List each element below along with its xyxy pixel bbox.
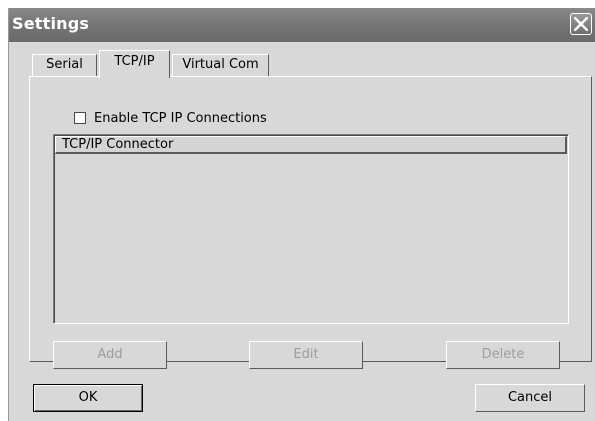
- cancel-button[interactable]: Cancel: [475, 384, 585, 412]
- ok-button[interactable]: OK: [33, 384, 143, 412]
- add-button[interactable]: Add: [53, 341, 167, 369]
- close-x-icon: [574, 17, 588, 31]
- connector-list-body[interactable]: TCP/IP Connector: [54, 135, 568, 323]
- enable-tcp-ip-label[interactable]: Enable TCP IP Connections: [94, 111, 267, 126]
- tab-virtual-com-label: Virtual Com: [182, 57, 259, 72]
- tab-tcpip[interactable]: TCP/IP: [99, 50, 170, 78]
- edit-button[interactable]: Edit: [249, 341, 363, 369]
- connector-list[interactable]: TCP/IP Connector: [53, 134, 569, 324]
- column-header-tcpip-connector[interactable]: TCP/IP Connector: [55, 136, 567, 154]
- dialog-title: Settings: [12, 14, 90, 33]
- tcpip-tab-panel: Enable TCP IP Connections TCP/IP Connect…: [29, 76, 592, 369]
- tab-tcpip-label: TCP/IP: [114, 54, 155, 69]
- tab-virtual-com[interactable]: Virtual Com: [172, 54, 269, 76]
- delete-button[interactable]: Delete: [446, 341, 560, 369]
- title-bar[interactable]: Settings: [9, 8, 595, 42]
- enable-tcp-ip-checkbox[interactable]: [74, 112, 86, 124]
- settings-dialog: Settings Serial TCP/IP Virtual Com Enabl…: [8, 8, 595, 421]
- tab-serial[interactable]: Serial: [32, 54, 97, 76]
- tab-serial-label: Serial: [46, 57, 83, 72]
- close-button[interactable]: [570, 13, 592, 35]
- tab-strip: Serial TCP/IP Virtual Com: [9, 42, 595, 78]
